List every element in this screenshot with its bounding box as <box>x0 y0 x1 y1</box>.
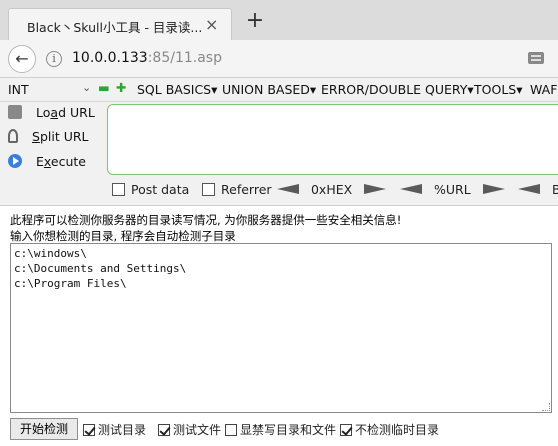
menu-tools[interactable]: TOOLS▾ <box>474 82 523 97</box>
description-line-1: 此程序可以检测你服务器的目录读写情况, 为你服务器提供一些安全相关信息! <box>10 213 402 227</box>
menu-union-based[interactable]: UNION BASED▾ <box>222 82 316 97</box>
tab-title: Black丶Skull小工具 - 目录读... <box>27 20 203 35</box>
hackbar-toolbar: INT ⌄ ▬ ✚ SQL BASICS▾ UNION BASED▾ ERROR… <box>0 78 558 102</box>
show-write-protected-option[interactable]: 显禁写目录和文件 <box>225 421 336 438</box>
skip-temp-directory-option[interactable]: 不检测临时目录 <box>340 421 439 438</box>
navigation-bar: ← i 10.0.0.133:85/11.asp <box>0 40 558 78</box>
hackbar-panel: Load URL Split URL Execute Post data Ref… <box>0 102 558 206</box>
referrer-checkbox[interactable] <box>202 183 215 196</box>
arrow-left-icon[interactable] <box>518 184 540 194</box>
load-url-button[interactable]: Load URL <box>8 105 95 127</box>
back-button[interactable]: ← <box>8 45 36 73</box>
directory-list-textarea[interactable]: c:\windows\ c:\Documents and Settings\ c… <box>10 243 552 413</box>
split-url-button[interactable]: Split URL <box>8 129 89 151</box>
post-data-checkbox[interactable] <box>112 183 125 196</box>
menu-waf[interactable]: WAF <box>530 82 557 97</box>
menu-sql-basics[interactable]: SQL BASICS▾ <box>137 82 217 97</box>
arrow-left-icon[interactable] <box>400 184 422 194</box>
load-url-icon <box>8 105 22 119</box>
resize-grip[interactable] <box>542 403 550 411</box>
arrow-right-icon[interactable] <box>364 184 387 194</box>
split-url-icon <box>8 129 18 143</box>
load-url-label: Load URL <box>36 105 95 120</box>
hex-option[interactable]: 0xHEX <box>277 182 387 197</box>
execute-button[interactable]: Execute <box>8 154 86 176</box>
test-file-option[interactable]: 测试文件 <box>158 421 221 438</box>
arrow-left-icon[interactable] <box>277 184 299 194</box>
show-write-protected-checkbox[interactable] <box>225 424 237 436</box>
post-data-option[interactable]: Post data <box>112 182 189 197</box>
split-url-label: Split URL <box>32 129 89 144</box>
referrer-option[interactable]: Referrer <box>202 182 272 197</box>
test-directory-option[interactable]: 测试目录 <box>83 421 146 438</box>
execute-label: Execute <box>36 154 86 169</box>
menu-error-double-query[interactable]: ERROR/DOUBLE QUERY▾ <box>321 82 474 97</box>
address-bar[interactable]: 10.0.0.133:85/11.asp <box>72 50 222 66</box>
info-icon[interactable]: i <box>46 51 62 67</box>
test-directory-checkbox[interactable] <box>83 424 95 436</box>
tab-strip: Black丶Skull小工具 - 目录读... × + <box>0 0 558 40</box>
page-content: 此程序可以检测你服务器的目录读写情况, 为你服务器提供一些安全相关信息! 输入你… <box>0 206 558 446</box>
test-file-checkbox[interactable] <box>158 424 170 436</box>
base64-option[interactable]: B <box>518 182 558 197</box>
start-scan-button[interactable]: 开始检测 <box>10 418 78 440</box>
url-encode-option[interactable]: %URL <box>400 182 505 197</box>
chevron-down-icon[interactable]: ⌄ <box>82 81 91 94</box>
execute-icon <box>8 154 22 168</box>
close-icon[interactable]: × <box>205 15 218 34</box>
new-tab-button[interactable]: + <box>240 8 270 36</box>
browser-tab[interactable]: Black丶Skull小工具 - 目录读... × <box>8 8 232 40</box>
description-line-2: 输入你想检测的目录, 程序会自动检测子目录 <box>10 229 236 243</box>
url-path: :85/11.asp <box>147 50 222 66</box>
plus-icon[interactable]: ✚ <box>116 80 126 95</box>
skip-temp-directory-checkbox[interactable] <box>340 424 352 436</box>
int-select[interactable]: INT <box>8 82 29 97</box>
arrow-right-icon[interactable] <box>482 184 505 194</box>
hackbar-url-input[interactable] <box>107 104 558 175</box>
url-host: 10.0.0.133 <box>72 50 148 66</box>
minus-icon[interactable]: ▬ <box>98 80 110 95</box>
reader-view-icon[interactable] <box>528 52 544 64</box>
